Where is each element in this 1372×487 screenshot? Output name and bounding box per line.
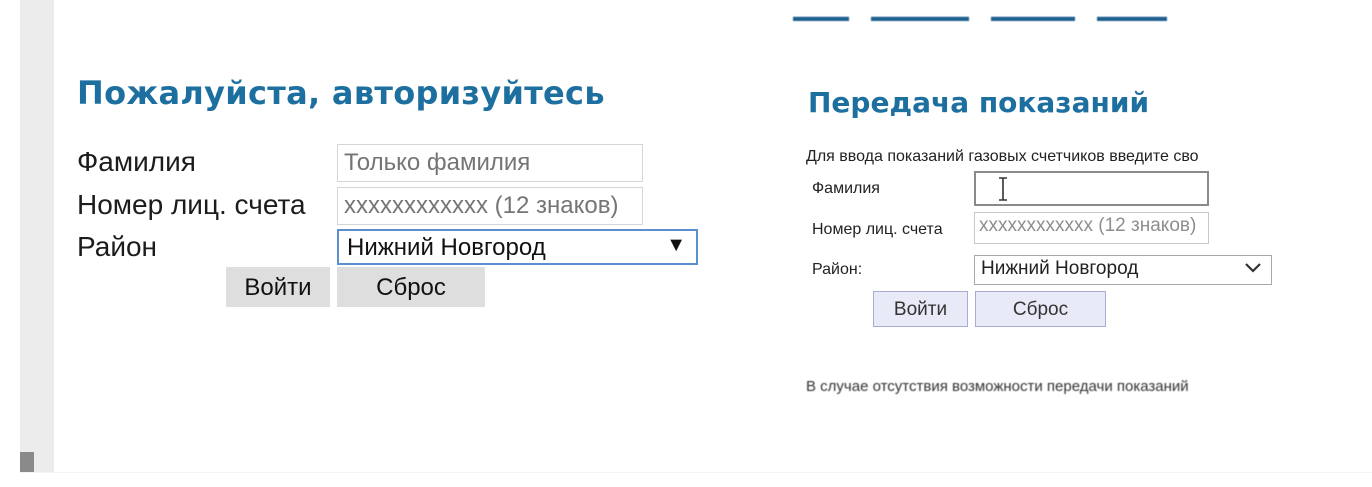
reset-button[interactable]: Сброс — [337, 267, 485, 307]
district-select-value: Нижний Новгород — [347, 234, 546, 261]
account-input[interactable] — [337, 187, 643, 225]
account-label: Номер лиц. счета — [77, 189, 306, 220]
section-title: Передача показаний — [808, 86, 1150, 119]
chevron-down-icon — [1245, 263, 1261, 273]
right-login-button[interactable]: Войти — [873, 291, 968, 327]
right-account-input[interactable]: xxxxxxxxxxxx (12 знаков) — [974, 212, 1209, 244]
surname-input[interactable] — [337, 144, 643, 182]
bottom-divider — [20, 472, 1372, 473]
right-district-label: Район: — [812, 261, 863, 278]
left-gray-bar-marker — [20, 452, 34, 472]
section-description: Для ввода показаний газовых счетчиков вв… — [806, 148, 1199, 165]
surname-label: Фамилия — [77, 146, 196, 177]
left-gray-bar — [20, 0, 54, 472]
footer-note: В случае отсутствия возможности передачи… — [806, 378, 1189, 395]
right-reset-button[interactable]: Сброс — [975, 291, 1106, 327]
top-nav-fragment: ▬▬▬▬ ▬▬▬▬▬▬▬ ▬▬▬▬▬▬ ▬▬▬▬▬ — [793, 8, 1167, 24]
right-district-select[interactable]: Нижний Новгород — [974, 255, 1272, 285]
text-cursor-icon — [999, 177, 1007, 201]
login-button[interactable]: Войти — [226, 267, 330, 307]
left-margin — [0, 0, 20, 487]
district-select[interactable]: Нижний Новгород ▼ — [337, 229, 698, 265]
right-account-placeholder: xxxxxxxxxxxx (12 знаков) — [979, 215, 1197, 236]
triangle-down-icon: ▼ — [666, 234, 686, 256]
right-district-select-value: Нижний Новгород — [981, 258, 1139, 279]
right-surname-label: Фамилия — [812, 180, 880, 197]
page-title: Пожалуйста, авторизуйтесь — [77, 74, 605, 112]
right-account-label: Номер лиц. счета — [812, 221, 943, 238]
district-label: Район — [77, 231, 157, 262]
